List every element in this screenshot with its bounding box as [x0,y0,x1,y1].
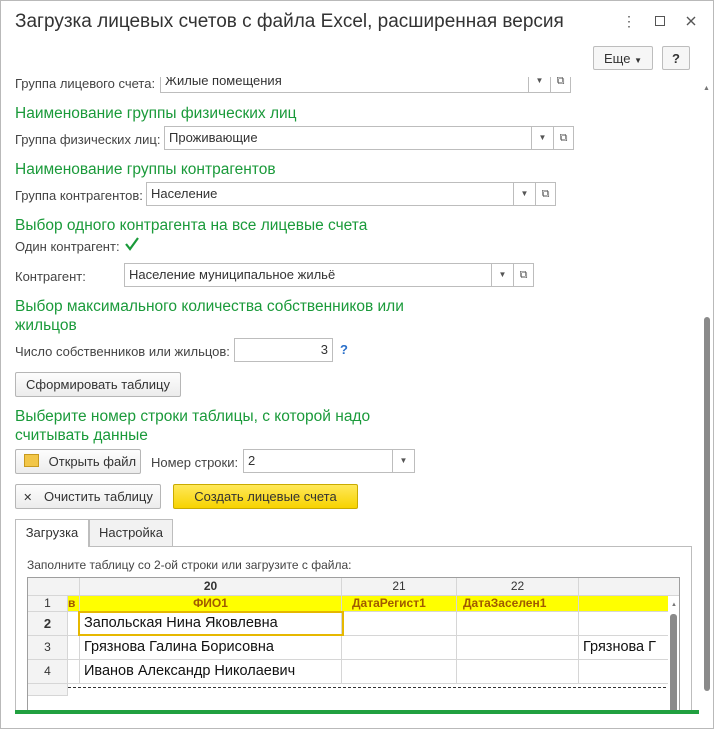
table-cell[interactable] [68,636,80,660]
row-number-cell[interactable] [28,684,68,696]
chevron-down-icon: ▼ [634,56,642,65]
folder-icon [24,454,39,467]
counterparties-heading: Наименование группы контрагентов [15,161,276,178]
row-number-label: Номер строки: [151,455,239,470]
table-cell[interactable]: Грязнова Галина Борисовна [80,636,342,660]
close-icon [686,16,696,26]
individuals-heading: Наименование группы физических лиц [15,105,297,122]
scroll-up-icon[interactable]: ▲ [703,85,710,92]
owners-count-help-icon[interactable]: ? [340,342,348,357]
dialog-window: Загрузка лицевых счетов с файла Excel, р… [0,0,714,729]
row-heading-line2: считывать данные [15,427,148,444]
page-break-line [68,687,679,688]
selected-cell-highlight [78,611,344,636]
open-form-icon[interactable]: ⧉ [536,182,556,206]
chevron-down-icon[interactable]: ▼ [514,182,536,206]
counterparties-group-field[interactable]: Население [146,182,514,206]
column-header[interactable]: 20 [80,578,342,596]
open-file-label: Открыть файл [48,454,137,469]
form-scroll-thumb[interactable] [704,317,710,691]
table-cell[interactable] [579,612,679,636]
build-table-button[interactable]: Сформировать таблицу [15,372,181,397]
account-group-label: Группа лицевого счета: [15,76,156,91]
single-counterparty-label: Один контрагент: [15,239,120,254]
row-number-cell[interactable]: 2 [28,612,68,636]
help-button[interactable]: ? [662,46,690,70]
table-cell[interactable]: в [68,596,80,612]
table-cell[interactable]: ФИО1 [80,596,342,612]
form-content: Группа лицевого счета: Жилые помещения ▼… [1,73,701,711]
table-cell[interactable] [457,636,579,660]
table-cell[interactable] [342,612,457,636]
table-cell[interactable]: Иванов Александр Николаевич [80,660,342,684]
load-tab-panel: Заполните таблицу со 2-ой строки или заг… [15,546,692,711]
counterparty-field[interactable]: Население муниципальное жильё [124,263,492,287]
close-button[interactable] [681,11,701,31]
owners-heading-line2: жильцов [15,317,77,334]
table-cell[interactable] [579,596,679,612]
row-heading-line1: Выберите номер строки таблицы, с которой… [15,408,371,425]
individuals-group-label: Группа физических лиц: [15,132,161,147]
column-header[interactable] [579,578,679,596]
chevron-down-icon[interactable]: ▼ [532,126,554,150]
chevron-down-icon[interactable]: ▼ [492,263,514,287]
row-number-cell[interactable]: 4 [28,660,68,684]
create-accounts-button[interactable]: Создать лицевые счета [173,484,358,509]
owners-heading-line1: Выбор максимального количества собственн… [15,298,404,315]
counterparties-group-label: Группа контрагентов: [15,188,143,203]
table-cell[interactable] [342,660,457,684]
scroll-up-icon[interactable]: ▲ [671,602,677,608]
table-cell[interactable] [68,660,80,684]
more-label: Еще [604,51,631,66]
row-number-cell[interactable]: 1 [28,596,68,612]
column-header[interactable]: 22 [457,578,579,596]
load-hint: Заполните таблицу со 2-ой строки или заг… [27,558,352,572]
checkmark-icon [125,237,139,251]
grid-scroll-thumb[interactable] [670,614,677,711]
maximize-button[interactable] [650,11,670,31]
column-header[interactable]: 21 [342,578,457,596]
open-file-button[interactable]: Открыть файл [15,449,141,474]
tab-load[interactable]: Загрузка [15,519,89,547]
spreadsheet-grid: 20 21 22 1 в ФИО1 ДатаРегист1 ДатаЗаселе… [27,577,680,711]
row-number-cell[interactable]: 3 [28,636,68,660]
row-number-field[interactable]: 2 [243,449,393,473]
tab-settings[interactable]: Настройка [89,519,173,547]
open-form-icon[interactable]: ⧉ [554,126,574,150]
cross-icon: ✕ [23,492,33,504]
more-button[interactable]: Еще ▼ [593,46,653,70]
owners-count-field[interactable]: 3 [234,338,333,362]
table-cell[interactable]: ДатаРегист1 [342,596,457,612]
clear-table-label: Очистить таблицу [43,489,153,504]
chevron-down-icon[interactable]: ▼ [393,449,415,473]
counterparty-label: Контрагент: [15,269,86,284]
individuals-group-field[interactable]: Проживающие [164,126,532,150]
grid-scrollbar[interactable]: ▲ [668,596,679,711]
table-cell[interactable] [579,660,679,684]
table-cell[interactable]: Грязнова Г [579,636,679,660]
scroll-clip [1,73,701,77]
table-cell[interactable]: ДатаЗаселен1 [457,596,579,612]
table-cell[interactable] [457,612,579,636]
green-divider [15,710,699,714]
corner-cell [28,578,80,596]
window-title: Загрузка лицевых счетов с файла Excel, р… [15,11,564,32]
title-bar: Загрузка лицевых счетов с файла Excel, р… [1,1,713,41]
single-counterparty-heading: Выбор одного контрагента на все лицевые … [15,217,368,234]
owners-count-label: Число собственников или жильцов: [15,344,230,359]
open-form-icon[interactable]: ⧉ [514,263,534,287]
table-cell[interactable] [342,636,457,660]
more-vertical-icon[interactable]: ⋮ [619,11,639,31]
clear-table-button[interactable]: ✕ Очистить таблицу [15,484,161,509]
form-scrollbar[interactable]: ▲ [701,73,713,693]
maximize-icon [655,16,665,26]
table-cell[interactable] [457,660,579,684]
single-counterparty-checkbox[interactable] [124,236,140,252]
